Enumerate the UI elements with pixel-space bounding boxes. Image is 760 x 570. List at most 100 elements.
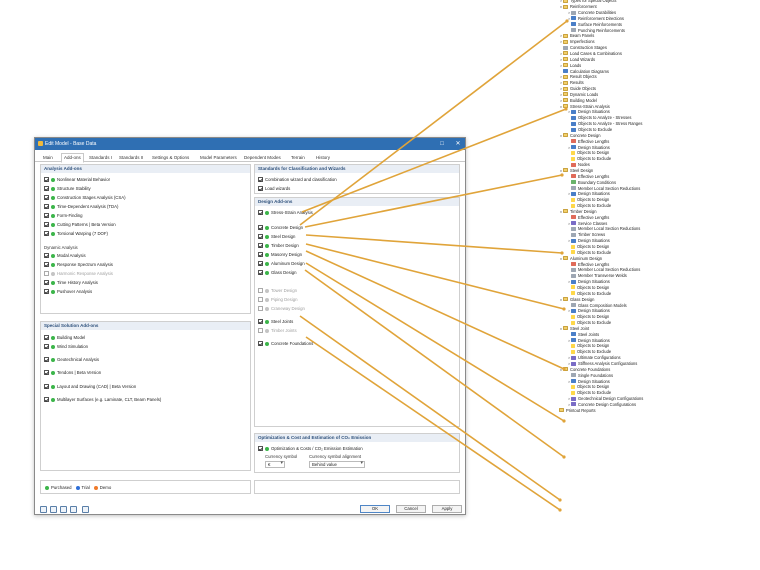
tree-item[interactable]: Nodes [567, 162, 590, 168]
model-info-icon[interactable] [82, 506, 89, 513]
ok-button[interactable]: OK [360, 505, 390, 513]
checkbox[interactable] [44, 213, 49, 218]
tree-item[interactable]: > Design Situations [567, 109, 610, 115]
addon-glass-design[interactable]: Glass Design [258, 269, 297, 276]
addon-timber-joints[interactable]: Timber Joints [258, 327, 297, 334]
checkbox[interactable] [44, 253, 49, 258]
tree-item[interactable]: Objects to Exclude [567, 390, 611, 396]
tree-item[interactable]: Member Transverse Welds [567, 273, 627, 279]
addon-tendons[interactable]: Tendons | Beta Version [44, 369, 101, 376]
tree-item[interactable]: > Design Situations [567, 279, 610, 285]
tree-item[interactable]: v Reinforcement [559, 4, 597, 10]
tree-item[interactable]: > Concrete Durabilities [567, 10, 616, 16]
addon-multilayer-surfaces[interactable]: Multilayer Surfaces (e.g. Laminate, CLT,… [44, 396, 161, 403]
checkbox[interactable] [44, 289, 49, 294]
addon-stress-strain[interactable]: Stress-Strain Analysis [258, 209, 313, 216]
checkbox[interactable] [44, 344, 49, 349]
tree-item[interactable]: Objects to Exclude [567, 320, 611, 326]
tree-item[interactable]: > Results [559, 80, 584, 86]
addon-torsional-warping[interactable]: Torsional Warping (7 DOF) [44, 230, 108, 237]
tab-dependent-modes[interactable]: Dependent Modes [242, 154, 283, 162]
tree-item[interactable]: > Design Situations [567, 191, 610, 197]
checkbox[interactable] [258, 328, 263, 333]
addon-response-spectrum[interactable]: Response Spectrum Analysis [44, 261, 113, 268]
tree-item[interactable]: > Concrete Design Configurations [567, 402, 636, 408]
checkbox[interactable] [44, 231, 49, 236]
tree-item[interactable]: > Loads [559, 62, 581, 68]
cancel-button[interactable]: Cancel [396, 505, 426, 513]
tree-item[interactable]: v Steel Joint [559, 326, 589, 332]
combination-wizard-option[interactable]: Combination wizard and classification [258, 176, 337, 183]
tree-item[interactable]: v Timber Design [559, 209, 596, 215]
tree-item[interactable]: > Design Situations [567, 144, 610, 150]
addon-piping-design[interactable]: Piping Design [258, 296, 298, 303]
tree-item[interactable]: > Beam Panels [559, 33, 595, 39]
tree-item[interactable]: > Stiffness Analysis Configurations [567, 361, 638, 367]
close-icon[interactable]: ✕ [454, 140, 462, 148]
addon-modal-analysis[interactable]: Modal Analysis [44, 252, 86, 259]
checkbox[interactable] [258, 270, 263, 275]
currency-symbol-select[interactable]: € [265, 461, 285, 468]
tree-item[interactable]: Boundary Conditions [567, 179, 616, 185]
checkbox[interactable] [258, 306, 263, 311]
tree-item[interactable]: Objects to Design [567, 150, 609, 156]
tree-item[interactable]: Effective Lengths [567, 174, 609, 180]
addon-construction-stages[interactable]: Construction Stages Analysis (CSA) [44, 194, 126, 201]
tree-item[interactable]: Objects to Analyze - Stress Ranges [567, 121, 642, 127]
help-icon[interactable] [40, 506, 47, 513]
tree-item[interactable]: > Load Wizards [559, 57, 595, 63]
tab-add-ons[interactable]: Add-ons [61, 153, 84, 163]
tree-item[interactable]: Member Local Section Reductions [567, 226, 640, 232]
tree-item[interactable]: Punching Reinforcements [567, 27, 625, 33]
tab-main[interactable]: Main [41, 154, 55, 162]
checkbox[interactable] [258, 446, 263, 451]
checkbox[interactable] [258, 225, 263, 230]
tree-item[interactable]: Objects to Exclude [567, 127, 612, 133]
tree-item[interactable]: Calculation Diagrams [559, 68, 609, 74]
tree-item[interactable]: Effective Lengths [567, 261, 609, 267]
tree-item[interactable]: > Dynamic Loads [559, 92, 598, 98]
tree-item[interactable]: Objects to Analyze - Stresses [567, 115, 631, 121]
tree-item[interactable]: Printout Reports [555, 408, 596, 414]
checkbox[interactable] [44, 195, 49, 200]
checkbox[interactable] [44, 397, 49, 402]
checkbox[interactable] [258, 186, 263, 191]
addon-timber-design[interactable]: Timber Design [258, 242, 299, 249]
tree-item[interactable]: Construction Stages [559, 45, 607, 51]
checkbox[interactable] [258, 341, 263, 346]
addon-craneway-design[interactable]: Craneway Design [258, 305, 305, 312]
tree-item[interactable]: > Service Classes [567, 220, 608, 226]
checkbox[interactable] [44, 222, 49, 227]
tree-item[interactable]: > Ultimate Configurations [567, 355, 621, 361]
tree-item[interactable]: v Glass Design [559, 296, 594, 302]
checkbox[interactable] [258, 319, 263, 324]
tree-item[interactable]: > Guide Objects [559, 86, 596, 92]
tab-settings-options[interactable]: Settings & Options [150, 154, 191, 162]
checkbox[interactable] [44, 280, 49, 285]
tree-item[interactable]: > Result Objects [559, 74, 597, 80]
checkbox[interactable] [44, 357, 49, 362]
addon-pushover[interactable]: Pushover Analysis [44, 288, 92, 295]
checkbox[interactable] [44, 384, 49, 389]
tree-item[interactable]: Surface Reinforcements [567, 21, 622, 27]
tab-standards-i[interactable]: Standards I [87, 154, 114, 162]
load-defaults-icon[interactable] [70, 506, 77, 513]
tree-item[interactable]: Glass Composition Models [567, 302, 627, 308]
addon-cutting-patterns[interactable]: Cutting Patterns | Beta Version [44, 221, 116, 228]
units-icon[interactable] [50, 506, 57, 513]
tab-standards-ii[interactable]: Standards II [117, 154, 145, 162]
tree-item[interactable]: Objects to Design [567, 285, 609, 291]
tree-item[interactable]: Objects to Design [567, 314, 609, 320]
tree-item[interactable]: Objects to Design [567, 343, 609, 349]
addon-time-dependent[interactable]: Time-Dependent Analysis (TDA) [44, 203, 118, 210]
tree-item[interactable]: Steel Joints [567, 331, 599, 337]
checkbox[interactable] [258, 234, 263, 239]
addon-wind-simulation[interactable]: Wind Simulation [44, 343, 88, 350]
checkbox[interactable] [44, 262, 49, 267]
addon-nonlinear-material[interactable]: Nonlinear Material Behavior [44, 176, 110, 183]
checkbox[interactable] [258, 261, 263, 266]
optimization-option[interactable]: Optimization & Costs / CO₂ Emission Esti… [258, 445, 363, 452]
addon-concrete-foundations[interactable]: Concrete Foundations [258, 340, 313, 347]
tree-item[interactable]: Member Local Section Reductions [567, 267, 640, 273]
tree-item[interactable]: v Aluminum Design [559, 255, 602, 261]
